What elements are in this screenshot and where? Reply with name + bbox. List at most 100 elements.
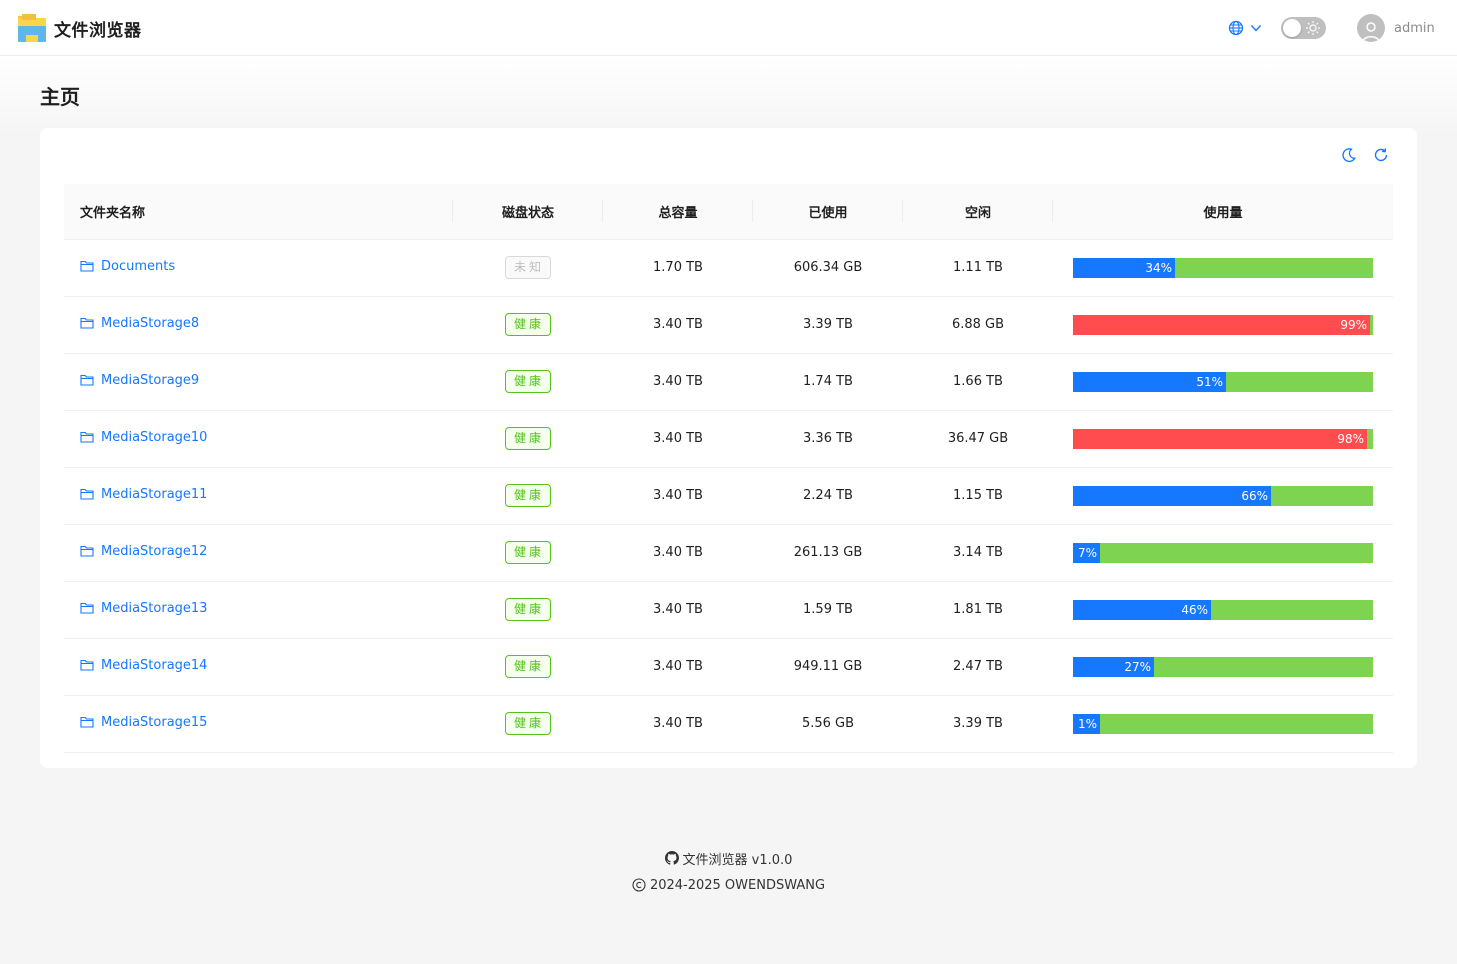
cell-free: 6.88 GB bbox=[903, 296, 1053, 354]
cell-total: 3.40 TB bbox=[603, 296, 753, 354]
folder-link[interactable]: MediaStorage10 bbox=[80, 430, 207, 445]
column-header-used[interactable]: 已使用 bbox=[753, 184, 903, 240]
folder-icon bbox=[80, 603, 94, 614]
table-row[interactable]: MediaStorage8 健康 3.40 TB 3.39 TB 6.88 GB 99% bbox=[64, 296, 1393, 354]
cell-used: 3.39 TB bbox=[753, 296, 903, 354]
usage-label: 7% bbox=[1077, 545, 1097, 560]
user-icon bbox=[1362, 22, 1380, 42]
folder-link[interactable]: MediaStorage11 bbox=[80, 487, 207, 502]
cell-free: 2.47 TB bbox=[903, 638, 1053, 696]
page-title: 主页 bbox=[40, 85, 80, 109]
cell-folder-name: MediaStorage12 bbox=[64, 524, 453, 582]
footer-copyright-line: 2024-2025 OWENDSWANG bbox=[0, 875, 1457, 895]
avatar bbox=[1357, 14, 1385, 42]
status-badge: 未知 bbox=[504, 256, 551, 279]
folder-name: MediaStorage10 bbox=[101, 429, 208, 445]
cell-free: 1.15 TB bbox=[903, 467, 1053, 525]
folder-icon bbox=[80, 261, 94, 272]
table-row[interactable]: MediaStorage15 健康 3.40 TB 5.56 GB 3.39 TB 1% bbox=[64, 695, 1393, 753]
cell-folder-name: MediaStorage13 bbox=[64, 581, 453, 639]
cell-disk-status: 健康 bbox=[453, 581, 603, 639]
usage-bar: 46% bbox=[1073, 599, 1373, 620]
storage-card: 文件夹名称 磁盘状态 总容量 已使用 空闲 使用量 Documents 未知 1.7… bbox=[40, 128, 1417, 768]
folder-link[interactable]: MediaStorage15 bbox=[80, 715, 207, 730]
footer-app-version: 文件浏览器 v1.0.0 bbox=[682, 852, 793, 868]
user-menu[interactable]: admin bbox=[1357, 14, 1435, 42]
app-title: 文件浏览器 bbox=[54, 20, 142, 41]
folder-name: MediaStorage8 bbox=[101, 315, 200, 331]
folder-name: Documents bbox=[101, 258, 176, 274]
table-row[interactable]: MediaStorage14 健康 3.40 TB 949.11 GB 2.47 TB 2… bbox=[64, 638, 1393, 696]
page-header-bg bbox=[0, 56, 1457, 136]
folder-icon bbox=[80, 717, 94, 728]
language-selector[interactable] bbox=[1228, 20, 1262, 36]
cell-used: 949.11 GB bbox=[753, 638, 903, 696]
status-badge: 健康 bbox=[504, 655, 551, 678]
username: admin bbox=[1394, 20, 1435, 36]
folder-link[interactable]: Documents bbox=[80, 259, 175, 274]
column-header-free[interactable]: 空闲 bbox=[903, 184, 1053, 240]
theme-toggle[interactable] bbox=[1281, 17, 1326, 39]
table-row[interactable]: MediaStorage12 健康 3.40 TB 261.13 GB 3.14 TB 7… bbox=[64, 524, 1393, 582]
column-header-total[interactable]: 总容量 bbox=[603, 184, 753, 240]
github-icon[interactable] bbox=[664, 851, 679, 865]
cell-free: 3.14 TB bbox=[903, 524, 1053, 582]
cell-disk-status: 健康 bbox=[453, 353, 603, 411]
folder-name: MediaStorage15 bbox=[101, 714, 208, 730]
refresh-icon[interactable] bbox=[1373, 147, 1389, 163]
usage-bar: 27% bbox=[1073, 656, 1373, 677]
usage-label: 51% bbox=[1196, 374, 1223, 389]
table-row[interactable]: Documents 未知 1.70 TB 606.34 GB 1.11 TB 34% bbox=[64, 239, 1393, 297]
usage-label: 34% bbox=[1145, 260, 1172, 275]
cell-folder-name: MediaStorage10 bbox=[64, 410, 453, 468]
cell-usage: 46% bbox=[1053, 581, 1393, 639]
status-badge: 健康 bbox=[504, 598, 551, 621]
cell-used: 1.74 TB bbox=[753, 353, 903, 411]
folder-logo-icon bbox=[18, 14, 46, 42]
folder-icon bbox=[80, 318, 94, 329]
table-row[interactable]: MediaStorage9 健康 3.40 TB 1.74 TB 1.66 TB 51% bbox=[64, 353, 1393, 411]
top-navbar: 文件浏览器 admin bbox=[0, 0, 1457, 56]
cell-total: 3.40 TB bbox=[603, 581, 753, 639]
footer-copyright: 2024-2025 OWENDSWANG bbox=[649, 877, 826, 893]
folder-link[interactable]: MediaStorage9 bbox=[80, 373, 199, 388]
status-badge: 健康 bbox=[504, 712, 551, 735]
table-row[interactable]: MediaStorage10 健康 3.40 TB 3.36 TB 36.47 GB 98… bbox=[64, 410, 1393, 468]
folder-link[interactable]: MediaStorage8 bbox=[80, 316, 199, 331]
moon-icon[interactable] bbox=[1341, 147, 1357, 163]
cell-usage: 27% bbox=[1053, 638, 1393, 696]
table-row[interactable]: MediaStorage13 健康 3.40 TB 1.59 TB 1.81 TB 46% bbox=[64, 581, 1393, 639]
cell-used: 3.36 TB bbox=[753, 410, 903, 468]
usage-label: 98% bbox=[1337, 431, 1364, 446]
brand[interactable]: 文件浏览器 bbox=[17, 13, 142, 43]
usage-bar: 7% bbox=[1073, 542, 1373, 563]
column-header-folder-name[interactable]: 文件夹名称 bbox=[64, 184, 453, 240]
cell-disk-status: 健康 bbox=[453, 410, 603, 468]
folder-name: MediaStorage13 bbox=[101, 600, 208, 616]
table-header-row: 文件夹名称 磁盘状态 总容量 已使用 空闲 使用量 bbox=[64, 184, 1393, 240]
usage-bar: 66% bbox=[1073, 485, 1373, 506]
folder-icon bbox=[80, 546, 94, 557]
cell-free: 1.81 TB bbox=[903, 581, 1053, 639]
cell-folder-name: MediaStorage9 bbox=[64, 353, 453, 411]
usage-label: 99% bbox=[1340, 317, 1367, 332]
cell-usage: 1% bbox=[1053, 695, 1393, 753]
column-header-usage[interactable]: 使用量 bbox=[1053, 184, 1393, 240]
status-badge: 健康 bbox=[504, 484, 551, 507]
folder-link[interactable]: MediaStorage12 bbox=[80, 544, 207, 559]
folder-link[interactable]: MediaStorage14 bbox=[80, 658, 207, 673]
column-header-disk-status[interactable]: 磁盘状态 bbox=[453, 184, 603, 240]
cell-folder-name: Documents bbox=[64, 239, 453, 297]
cell-used: 261.13 GB bbox=[753, 524, 903, 582]
cell-total: 3.40 TB bbox=[603, 695, 753, 753]
status-badge: 健康 bbox=[504, 541, 551, 564]
table-body: Documents 未知 1.70 TB 606.34 GB 1.11 TB 34% Med… bbox=[64, 239, 1393, 753]
usage-label: 27% bbox=[1124, 659, 1151, 674]
folder-icon bbox=[80, 660, 94, 671]
cell-usage: 34% bbox=[1053, 239, 1393, 297]
folder-link[interactable]: MediaStorage13 bbox=[80, 601, 207, 616]
copyright-icon bbox=[632, 878, 646, 892]
table-row[interactable]: MediaStorage11 健康 3.40 TB 2.24 TB 1.15 TB 66% bbox=[64, 467, 1393, 525]
cell-total: 3.40 TB bbox=[603, 353, 753, 411]
footer: 文件浏览器 v1.0.0 2024-2025 OWENDSWANG bbox=[0, 848, 1457, 895]
